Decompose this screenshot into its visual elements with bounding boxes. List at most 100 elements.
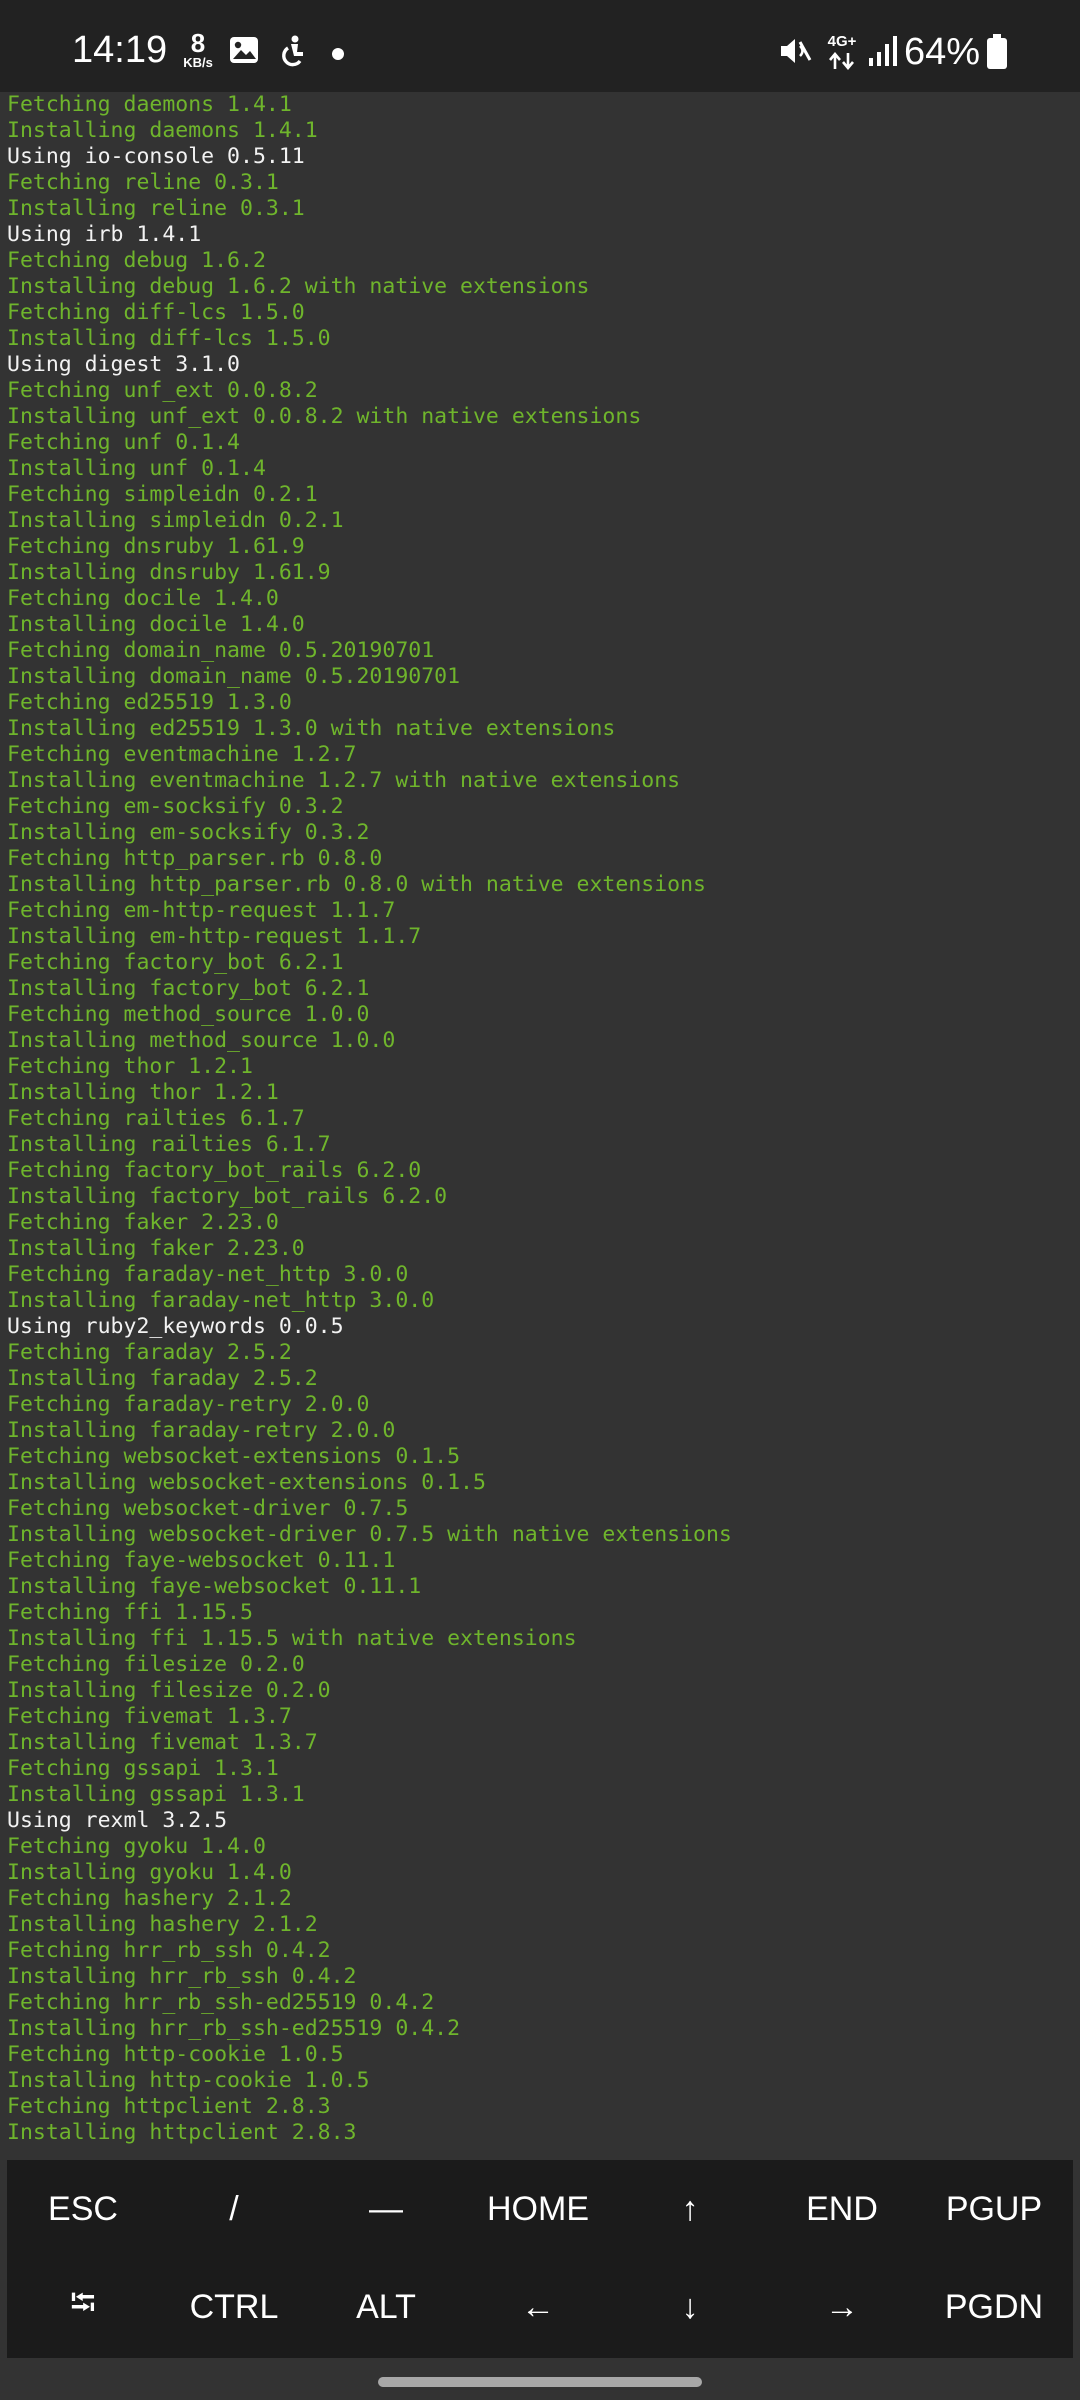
terminal-line: Fetching ffi 1.15.5 [7,1600,253,1625]
terminal-line: Fetching hrr_rb_ssh 0.4.2 [7,1938,331,1963]
battery-percent: 64% [904,31,981,73]
terminal-line: Using rexml 3.2.5 [7,1808,228,1833]
terminal-line: Fetching gyoku 1.4.0 [7,1834,266,1859]
status-time: 14:19 [72,29,168,71]
network-type: 4G+ [824,34,860,70]
terminal-line: Fetching faraday-net_http 3.0.0 [7,1262,409,1287]
terminal-line: Installing unf_ext 0.0.8.2 with native e… [7,404,642,429]
terminal-line: Fetching websocket-driver 0.7.5 [7,1496,409,1521]
terminal-line: Installing faker 2.23.0 [7,1236,305,1261]
terminal-line: Installing filesize 0.2.0 [7,1678,331,1703]
home-key[interactable]: HOME [462,2164,614,2254]
navigation-bar [0,2358,1080,2400]
terminal-line: Fetching thor 1.2.1 [7,1054,253,1079]
terminal-line: Fetching faraday 2.5.2 [7,1340,292,1365]
terminal-line: Installing simpleidn 0.2.1 [7,508,344,533]
ctrl-key[interactable]: CTRL [158,2262,310,2352]
terminal-line: Installing em-http-request 1.1.7 [7,924,422,949]
notification-dot [332,48,344,60]
esc-key[interactable]: ESC [7,2164,159,2254]
terminal-line: Installing factory_bot_rails 6.2.0 [7,1184,448,1209]
terminal-line: Installing method_source 1.0.0 [7,1028,396,1053]
terminal-line: Using digest 3.1.0 [7,352,240,377]
terminal-line: Installing docile 1.4.0 [7,612,305,637]
terminal-line: Fetching docile 1.4.0 [7,586,279,611]
image-icon [228,34,260,70]
terminal-line: Installing faraday 2.5.2 [7,1366,318,1391]
terminal-line: Installing faye-websocket 0.11.1 [7,1574,422,1599]
terminal-line: Fetching eventmachine 1.2.7 [7,742,357,767]
terminal-line: Installing unf 0.1.4 [7,456,266,481]
terminal-output[interactable]: Fetching daemons 1.4.1 Installing daemons… [0,92,1080,2160]
terminal-line: Installing domain_name 0.5.20190701 [7,664,461,689]
terminal-line: Fetching daemons 1.4.1 [7,92,292,117]
mute-icon [778,34,814,72]
slash-key[interactable]: / [158,2164,310,2254]
terminal-line: Fetching domain_name 0.5.20190701 [7,638,435,663]
terminal-line: Installing railties 6.1.7 [7,1132,331,1157]
terminal-line: Installing faraday-retry 2.0.0 [7,1418,396,1443]
terminal-line: Installing httpclient 2.8.3 [7,2120,357,2145]
terminal-line: Installing thor 1.2.1 [7,1080,279,1105]
terminal-line: Installing faraday-net_http 3.0.0 [7,1288,435,1313]
terminal-line: Installing gyoku 1.4.0 [7,1860,292,1885]
terminal-line: Using ruby2_keywords 0.0.5 [7,1314,344,1339]
arrow-down-key[interactable]: ↓ [614,2262,766,2352]
terminal-line: Fetching dnsruby 1.61.9 [7,534,305,559]
terminal-line: Fetching unf 0.1.4 [7,430,240,455]
arrow-right-key[interactable]: → [766,2262,918,2352]
terminal-line: Fetching diff-lcs 1.5.0 [7,300,305,325]
home-gesture-handle[interactable] [378,2377,702,2387]
terminal-line: Installing http_parser.rb 0.8.0 with nat… [7,872,706,897]
terminal-line: Fetching fivemat 1.3.7 [7,1704,292,1729]
terminal-line: Fetching hrr_rb_ssh-ed25519 0.4.2 [7,1990,435,2015]
data-arrows-icon [829,52,854,70]
terminal-line: Fetching method_source 1.0.0 [7,1002,370,1027]
status-bar: 14:19 8 KB/s 4G+ 64% [0,0,1080,92]
terminal-line: Fetching faye-websocket 0.11.1 [7,1548,396,1573]
terminal-line: Installing websocket-driver 0.7.5 with n… [7,1522,732,1547]
terminal-line: Fetching ed25519 1.3.0 [7,690,292,715]
signal-icon [868,34,898,72]
dash-key[interactable]: — [310,2164,462,2254]
terminal-line: Fetching em-socksify 0.3.2 [7,794,344,819]
terminal-line: Fetching faker 2.23.0 [7,1210,279,1235]
terminal-line: Fetching unf_ext 0.0.8.2 [7,378,318,403]
net-speed-value: 8 [190,28,206,58]
terminal-line: Fetching hashery 2.1.2 [7,1886,292,1911]
terminal-line: Fetching simpleidn 0.2.1 [7,482,318,507]
alt-key[interactable]: ALT [310,2262,462,2352]
terminal-line: Installing websocket-extensions 0.1.5 [7,1470,486,1495]
end-key[interactable]: END [766,2164,918,2254]
terminal-line: Fetching em-http-request 1.1.7 [7,898,396,923]
terminal-line: Installing gssapi 1.3.1 [7,1782,305,1807]
accessibility-icon [276,34,310,72]
terminal-line: Fetching httpclient 2.8.3 [7,2094,331,2119]
net-speed-unit: KB/s [183,55,213,70]
terminal-line: Installing dnsruby 1.61.9 [7,560,331,585]
arrow-up-key[interactable]: ↑ [614,2164,766,2254]
pgup-key[interactable]: PGUP [918,2164,1070,2254]
battery-icon [986,34,1008,74]
tab-key[interactable]: ⭾ [7,2262,159,2352]
terminal-line: Fetching factory_bot 6.2.1 [7,950,344,975]
arrow-left-key[interactable]: ← [462,2262,614,2352]
terminal-line: Fetching railties 6.1.7 [7,1106,305,1131]
terminal-line: Installing hrr_rb_ssh-ed25519 0.4.2 [7,2016,461,2041]
terminal-line: Fetching http-cookie 1.0.5 [7,2042,344,2067]
terminal-line: Fetching reline 0.3.1 [7,170,279,195]
terminal-line: Installing eventmachine 1.2.7 with nativ… [7,768,681,793]
pgdn-key[interactable]: PGDN [918,2262,1070,2352]
terminal-line: Fetching websocket-extensions 0.1.5 [7,1444,461,1469]
terminal-line: Installing em-socksify 0.3.2 [7,820,370,845]
terminal-line: Installing factory_bot 6.2.1 [7,976,370,1001]
terminal-line: Installing ed25519 1.3.0 with native ext… [7,716,616,741]
terminal-line: Installing hrr_rb_ssh 0.4.2 [7,1964,357,1989]
terminal-line: Fetching http_parser.rb 0.8.0 [7,846,383,871]
terminal-line: Installing reline 0.3.1 [7,196,305,221]
terminal-line: Using io-console 0.5.11 [7,144,305,169]
terminal-line: Fetching factory_bot_rails 6.2.0 [7,1158,422,1183]
terminal-line: Installing daemons 1.4.1 [7,118,318,143]
terminal-line: Fetching gssapi 1.3.1 [7,1756,279,1781]
terminal-line: Installing debug 1.6.2 with native exten… [7,274,590,299]
